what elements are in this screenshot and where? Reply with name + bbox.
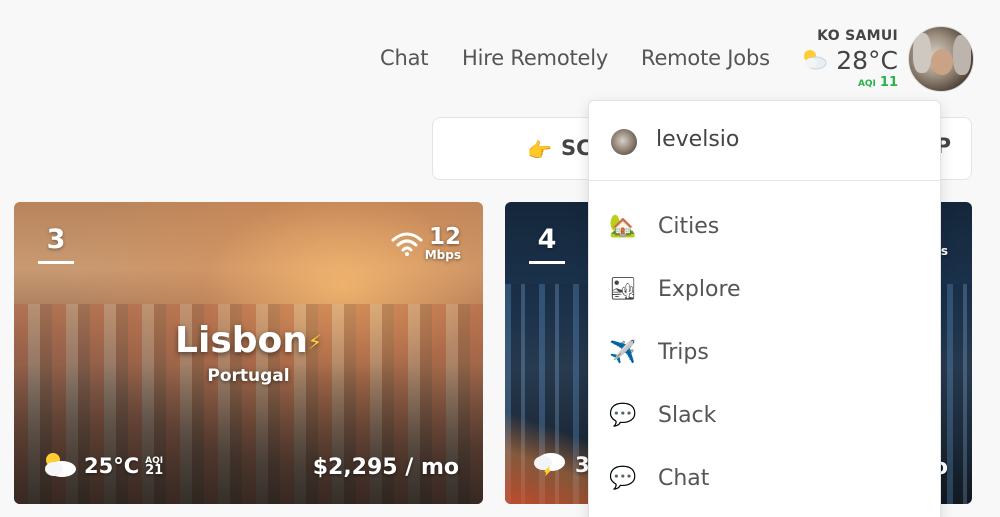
user-avatar[interactable] (908, 26, 974, 92)
partly-cloudy-icon (40, 450, 78, 482)
menu-item-cities[interactable]: 🏡 Cities (589, 204, 940, 254)
airplane-icon: ✈️ (609, 340, 637, 365)
country-name: Portugal (207, 366, 290, 386)
city-name: Lisbon⚡ (175, 320, 322, 361)
cost-of-living: $2,295 / mo (312, 455, 459, 480)
nav-link-chat[interactable]: Chat (380, 46, 428, 70)
weather-city: KO SAMUI (817, 28, 898, 44)
desert-icon: 🏜 (609, 277, 637, 302)
partly-cloudy-icon (800, 48, 828, 74)
menu-item-trips[interactable]: ✈️ Trips (589, 330, 940, 380)
house-icon: 🏡 (609, 214, 637, 239)
weather-widget: KO SAMUI 28°C AQI 11 (800, 28, 898, 90)
city-rank: 3 (38, 224, 74, 264)
speech-bubble-icon: 💬 (609, 403, 637, 428)
weather-aqi: AQI 11 (857, 75, 898, 90)
menu-item-slack[interactable]: 💬 Slack (589, 393, 940, 443)
menu-item-chat[interactable]: 💬 Chat (589, 456, 940, 506)
username: levelsio (656, 127, 740, 152)
avatar (611, 129, 637, 155)
nav-link-remote-jobs[interactable]: Remote Jobs (641, 46, 770, 70)
menu-item-explore[interactable]: 🏜 Explore (589, 267, 940, 317)
user-dropdown-menu: levelsio 🏡 Cities 🏜 Explore ✈️ Trips 💬 S… (588, 100, 941, 517)
city-rank: 4 (529, 224, 565, 264)
wifi-speed: s (940, 244, 948, 258)
lightning-icon: ⚡ (307, 330, 322, 354)
wifi-icon (391, 232, 423, 260)
nav-link-hire-remotely[interactable]: Hire Remotely (462, 46, 608, 70)
speech-bubble-icon: 💬 (609, 466, 637, 491)
card-weather: 25°C AQI 21 (40, 450, 163, 482)
dropdown-profile[interactable]: levelsio (589, 101, 940, 181)
city-card-lisbon[interactable]: 3 12 Mbps Lisbon⚡ Portugal 25°C AQI 21 $2… (14, 202, 483, 504)
pointing-hand-icon: 👉 (527, 138, 552, 162)
rain-cloud-icon (531, 448, 569, 482)
weather-temp: 28°C (836, 46, 898, 75)
search-text: SC (561, 136, 592, 160)
wifi-speed: 12 Mbps (424, 224, 461, 262)
card-weather: 3 (531, 448, 590, 482)
